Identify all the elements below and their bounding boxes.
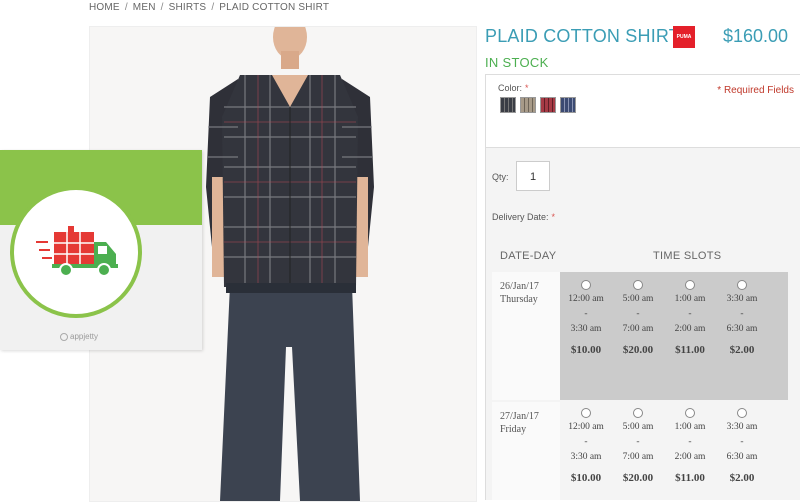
- slots-row-1: 12:00 am -3:30 am $10.00 5:00 am -7:00 am $2…: [560, 272, 788, 400]
- qty-delivery-panel: Qty: 1 Delivery Date: * DATE-DAY TIME SLO…: [485, 148, 800, 500]
- slot-radio[interactable]: [685, 408, 695, 418]
- breadcrumb-shirts[interactable]: SHIRTS: [169, 2, 207, 13]
- breadcrumb: HOME / MEN / SHIRTS / PLAID COTTON SHIRT: [89, 2, 330, 13]
- badge-circle: [10, 186, 142, 318]
- slot-2-1[interactable]: 12:00 am -3:30 am $10.00: [562, 408, 610, 484]
- day-2-weekday: Friday: [500, 424, 527, 435]
- breadcrumb-home[interactable]: HOME: [89, 2, 120, 13]
- day-row-1: 26/Jan/17 Thursday: [492, 272, 560, 400]
- qty-label: Qty:: [492, 172, 509, 182]
- day-1-date: 26/Jan/17: [500, 281, 539, 292]
- qty-input[interactable]: 1: [516, 161, 550, 191]
- slot-2-2[interactable]: 5:00 am -7:00 am $20.00: [614, 408, 662, 484]
- slot-radio[interactable]: [685, 280, 695, 290]
- slot-2-4[interactable]: 3:30 am -6:30 am $2.00: [718, 408, 766, 484]
- slots-row-2: 12:00 am -3:30 am $10.00 5:00 am -7:00 am $2…: [560, 402, 788, 500]
- day-row-2: 27/Jan/17 Friday: [492, 402, 560, 500]
- swatch-red-plaid[interactable]: [540, 97, 556, 113]
- slot-radio[interactable]: [633, 408, 643, 418]
- breadcrumb-current: PLAID COTTON SHIRT: [219, 2, 330, 13]
- breadcrumb-men[interactable]: MEN: [133, 2, 156, 13]
- color-label: Color: *: [498, 83, 529, 93]
- delivery-date-label: Delivery Date: *: [492, 212, 556, 222]
- product-title: PLAID COTTON SHIRT: [485, 26, 680, 46]
- appjetty-logo-icon: [60, 332, 68, 341]
- slot-radio[interactable]: [737, 408, 747, 418]
- delivery-date-badge: appjetty: [0, 150, 202, 350]
- slot-1-1[interactable]: 12:00 am -3:30 am $10.00: [562, 280, 610, 356]
- product-options: Color: * * Required Fields: [485, 74, 800, 148]
- swatch-navy-plaid[interactable]: [560, 97, 576, 113]
- stock-status: IN STOCK: [485, 55, 549, 70]
- slot-2-3[interactable]: 1:00 am -2:00 am $11.00: [666, 408, 714, 484]
- required-fields-note: * Required Fields: [717, 85, 794, 96]
- brand-logo: PUMA: [673, 26, 695, 48]
- badge-brand: appjetty: [60, 332, 98, 341]
- slot-1-4[interactable]: 3:30 am -6:30 am $2.00: [718, 280, 766, 356]
- slot-1-3[interactable]: 1:00 am -2:00 am $11.00: [666, 280, 714, 356]
- product-price: $160.00: [723, 26, 789, 46]
- slot-radio[interactable]: [633, 280, 643, 290]
- day-1-weekday: Thursday: [500, 294, 538, 305]
- slot-radio[interactable]: [581, 280, 591, 290]
- swatch-beige-plaid[interactable]: [520, 97, 536, 113]
- header-date-day: DATE-DAY: [500, 250, 557, 262]
- slot-radio[interactable]: [737, 280, 747, 290]
- slot-radio[interactable]: [581, 408, 591, 418]
- slot-1-2[interactable]: 5:00 am -7:00 am $20.00: [614, 280, 662, 356]
- swatch-charcoal-plaid[interactable]: [500, 97, 516, 113]
- header-time-slots: TIME SLOTS: [653, 250, 722, 262]
- delivery-truck-icon: [36, 226, 118, 277]
- day-2-date: 27/Jan/17: [500, 411, 539, 422]
